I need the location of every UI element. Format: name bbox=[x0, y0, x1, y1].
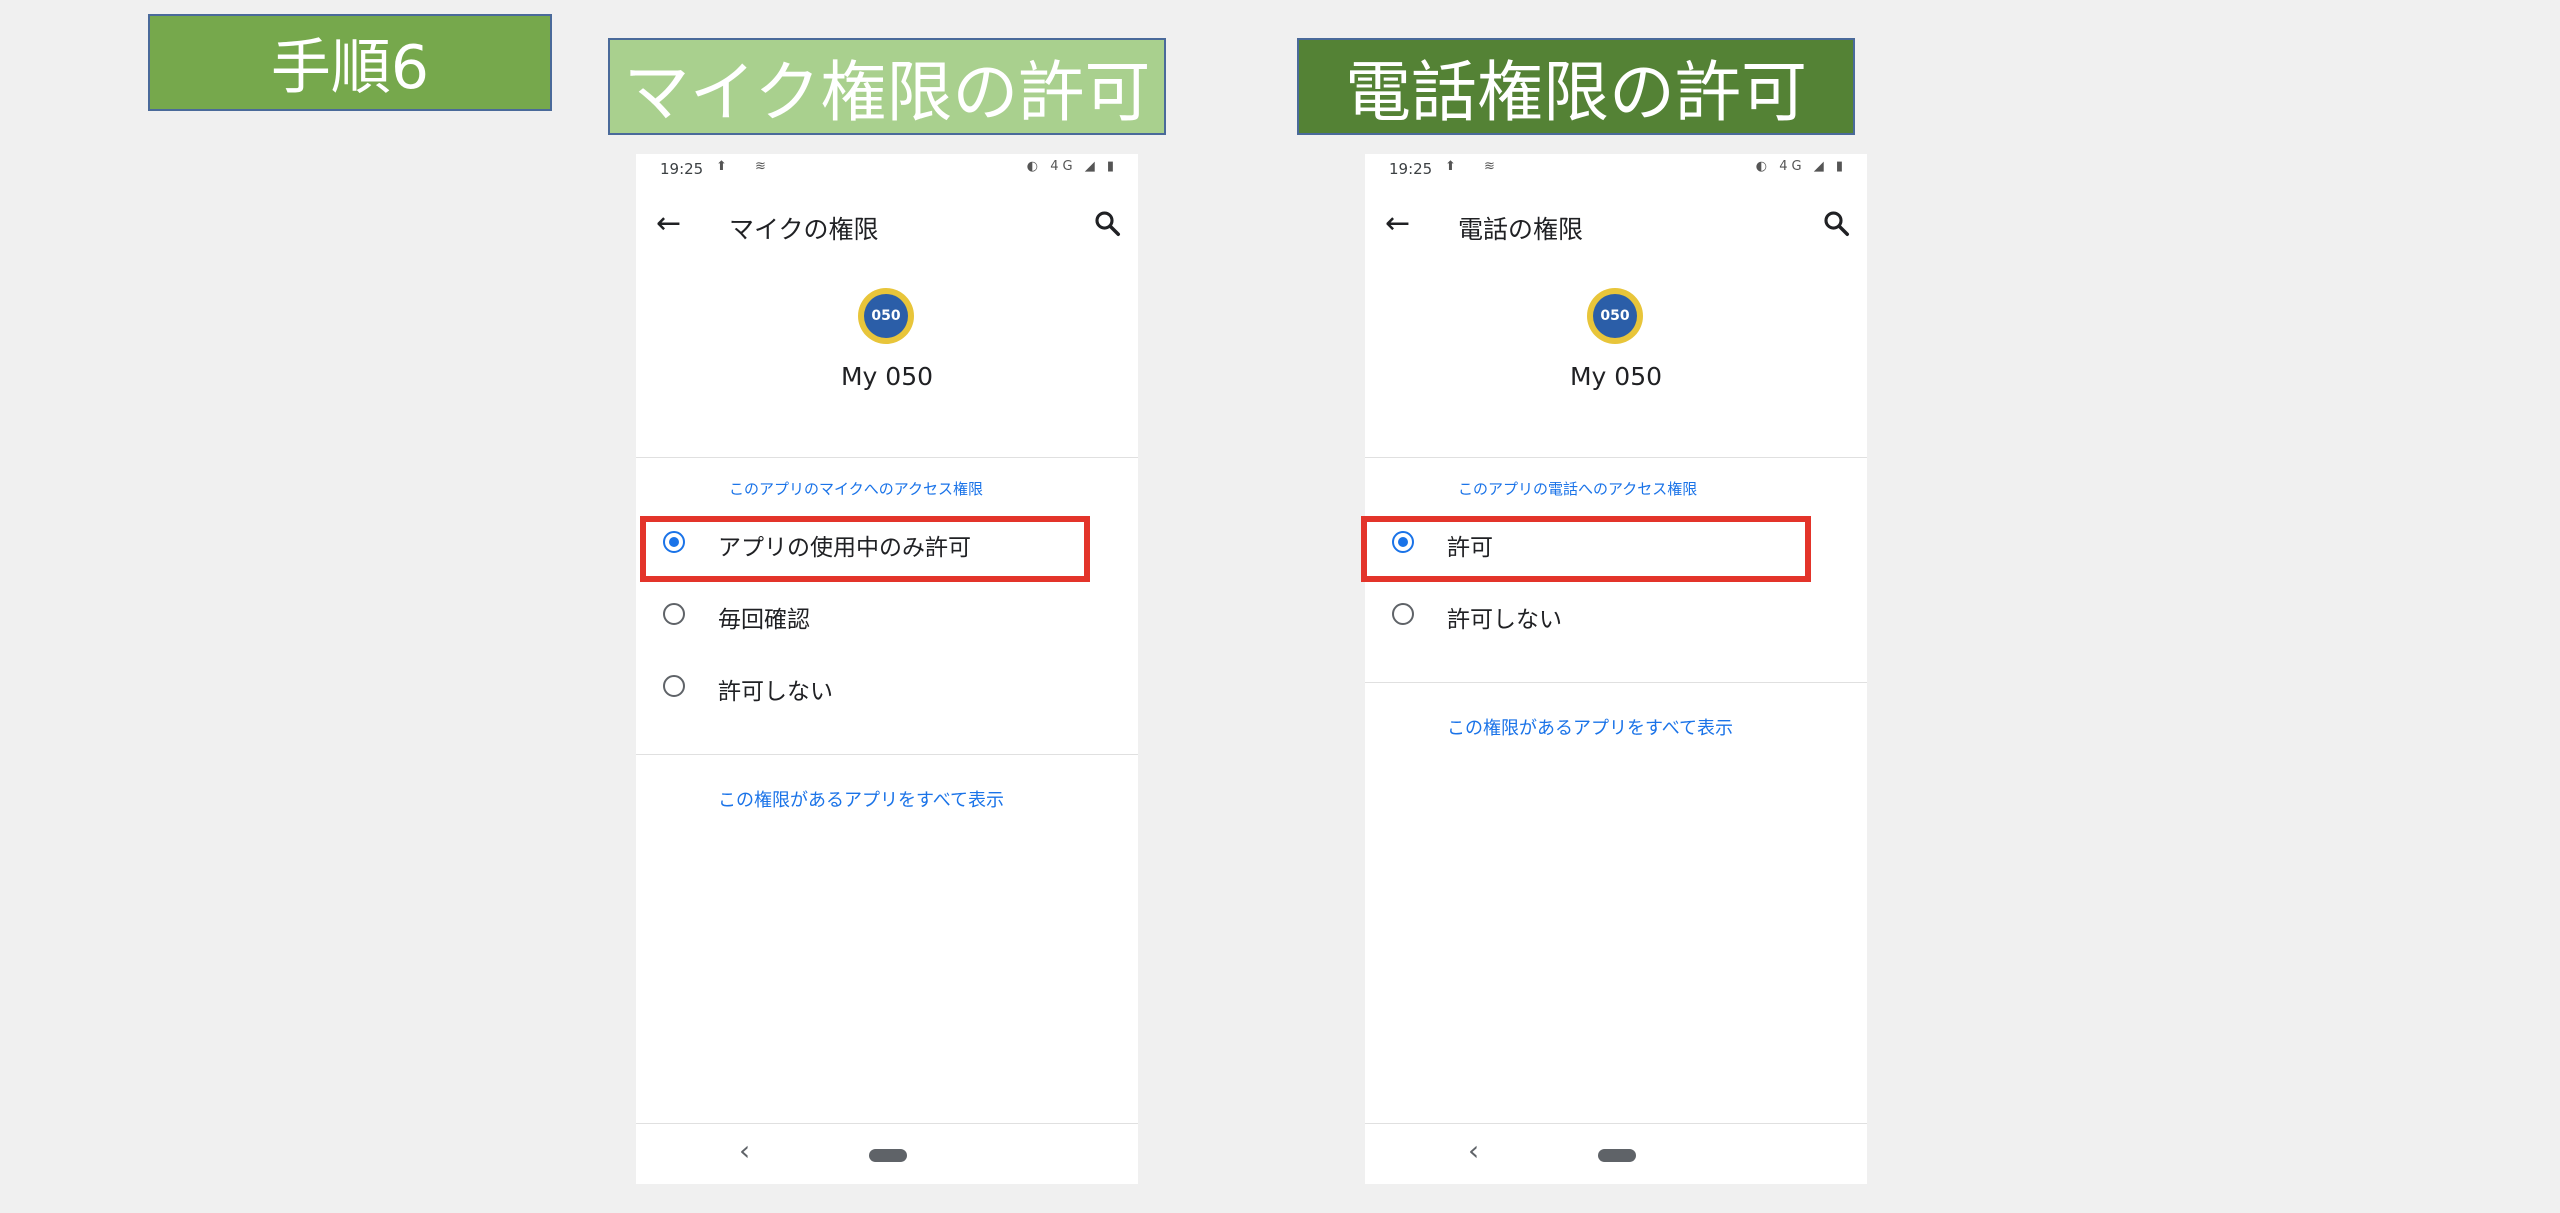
app-logo-icon: 050 bbox=[858, 288, 914, 344]
highlight-box bbox=[640, 516, 1090, 582]
app-name: My 050 bbox=[1569, 362, 1663, 391]
status-system-icons: ◐ 4G ◢ ▮ bbox=[1026, 159, 1118, 174]
search-icon[interactable] bbox=[1821, 208, 1851, 238]
radio-unselected-icon[interactable] bbox=[663, 603, 685, 625]
option-label: 許可しない bbox=[1447, 607, 1562, 633]
phone-permission-title: 電話権限の許可 bbox=[1297, 38, 1855, 135]
status-bar: 19:25 ⬆ ≋ ◐ 4G ◢ ▮ bbox=[1365, 154, 1867, 184]
mic-permission-title: マイク権限の許可 bbox=[608, 38, 1166, 135]
radio-unselected-icon[interactable] bbox=[1392, 603, 1414, 625]
appbar-title: マイクの権限 bbox=[729, 215, 879, 244]
search-icon[interactable] bbox=[1092, 208, 1122, 238]
status-notification-icons: ⬆ ≋ bbox=[716, 159, 778, 174]
app-logo-text: 050 bbox=[864, 294, 908, 338]
app-logo-icon: 050 bbox=[1587, 288, 1643, 344]
option-ask-every-time[interactable]: 毎回確認 bbox=[636, 586, 1138, 646]
show-all-apps-link[interactable]: この権限があるアプリをすべて表示 bbox=[718, 786, 1004, 812]
divider bbox=[1365, 457, 1867, 458]
arrow-back-icon[interactable]: ← bbox=[656, 206, 681, 241]
section-header: このアプリの電話へのアクセス権限 bbox=[1458, 480, 1698, 498]
step-label: 手順6 bbox=[148, 14, 552, 111]
status-system-icons: ◐ 4G ◢ ▮ bbox=[1755, 159, 1847, 174]
status-time: 19:25 bbox=[1389, 160, 1433, 178]
highlight-box bbox=[1361, 516, 1811, 582]
chevron-left-icon[interactable]: ‹ bbox=[1468, 1134, 1479, 1167]
navigation-bar: ‹ bbox=[636, 1123, 1138, 1184]
app-bar: ← 電話の権限 bbox=[1365, 200, 1867, 250]
mic-permission-screen: 19:25 ⬆ ≋ ◐ 4G ◢ ▮ ← マイクの権限 050 My 050 こ… bbox=[636, 154, 1138, 1184]
status-time: 19:25 bbox=[660, 160, 704, 178]
option-label: 許可しない bbox=[718, 679, 833, 705]
app-logo-text: 050 bbox=[1593, 294, 1637, 338]
show-all-apps-link[interactable]: この権限があるアプリをすべて表示 bbox=[1447, 714, 1733, 740]
option-deny[interactable]: 許可しない bbox=[636, 658, 1138, 718]
option-label: 毎回確認 bbox=[718, 607, 810, 633]
navigation-bar: ‹ bbox=[1365, 1123, 1867, 1184]
app-name: My 050 bbox=[840, 362, 934, 391]
divider bbox=[636, 754, 1138, 755]
appbar-title: 電話の権限 bbox=[1458, 215, 1584, 244]
home-pill-icon[interactable] bbox=[869, 1149, 907, 1162]
app-bar: ← マイクの権限 bbox=[636, 200, 1138, 250]
chevron-left-icon[interactable]: ‹ bbox=[739, 1134, 750, 1167]
radio-unselected-icon[interactable] bbox=[663, 675, 685, 697]
arrow-back-icon[interactable]: ← bbox=[1385, 206, 1410, 241]
home-pill-icon[interactable] bbox=[1598, 1149, 1636, 1162]
status-notification-icons: ⬆ ≋ bbox=[1445, 159, 1507, 174]
option-deny[interactable]: 許可しない bbox=[1365, 586, 1867, 646]
phone-permission-screen: 19:25 ⬆ ≋ ◐ 4G ◢ ▮ ← 電話の権限 050 My 050 この… bbox=[1361, 154, 1867, 1184]
status-bar: 19:25 ⬆ ≋ ◐ 4G ◢ ▮ bbox=[636, 154, 1138, 184]
divider bbox=[1365, 682, 1867, 683]
divider bbox=[636, 457, 1138, 458]
section-header: このアプリのマイクへのアクセス権限 bbox=[729, 480, 983, 498]
